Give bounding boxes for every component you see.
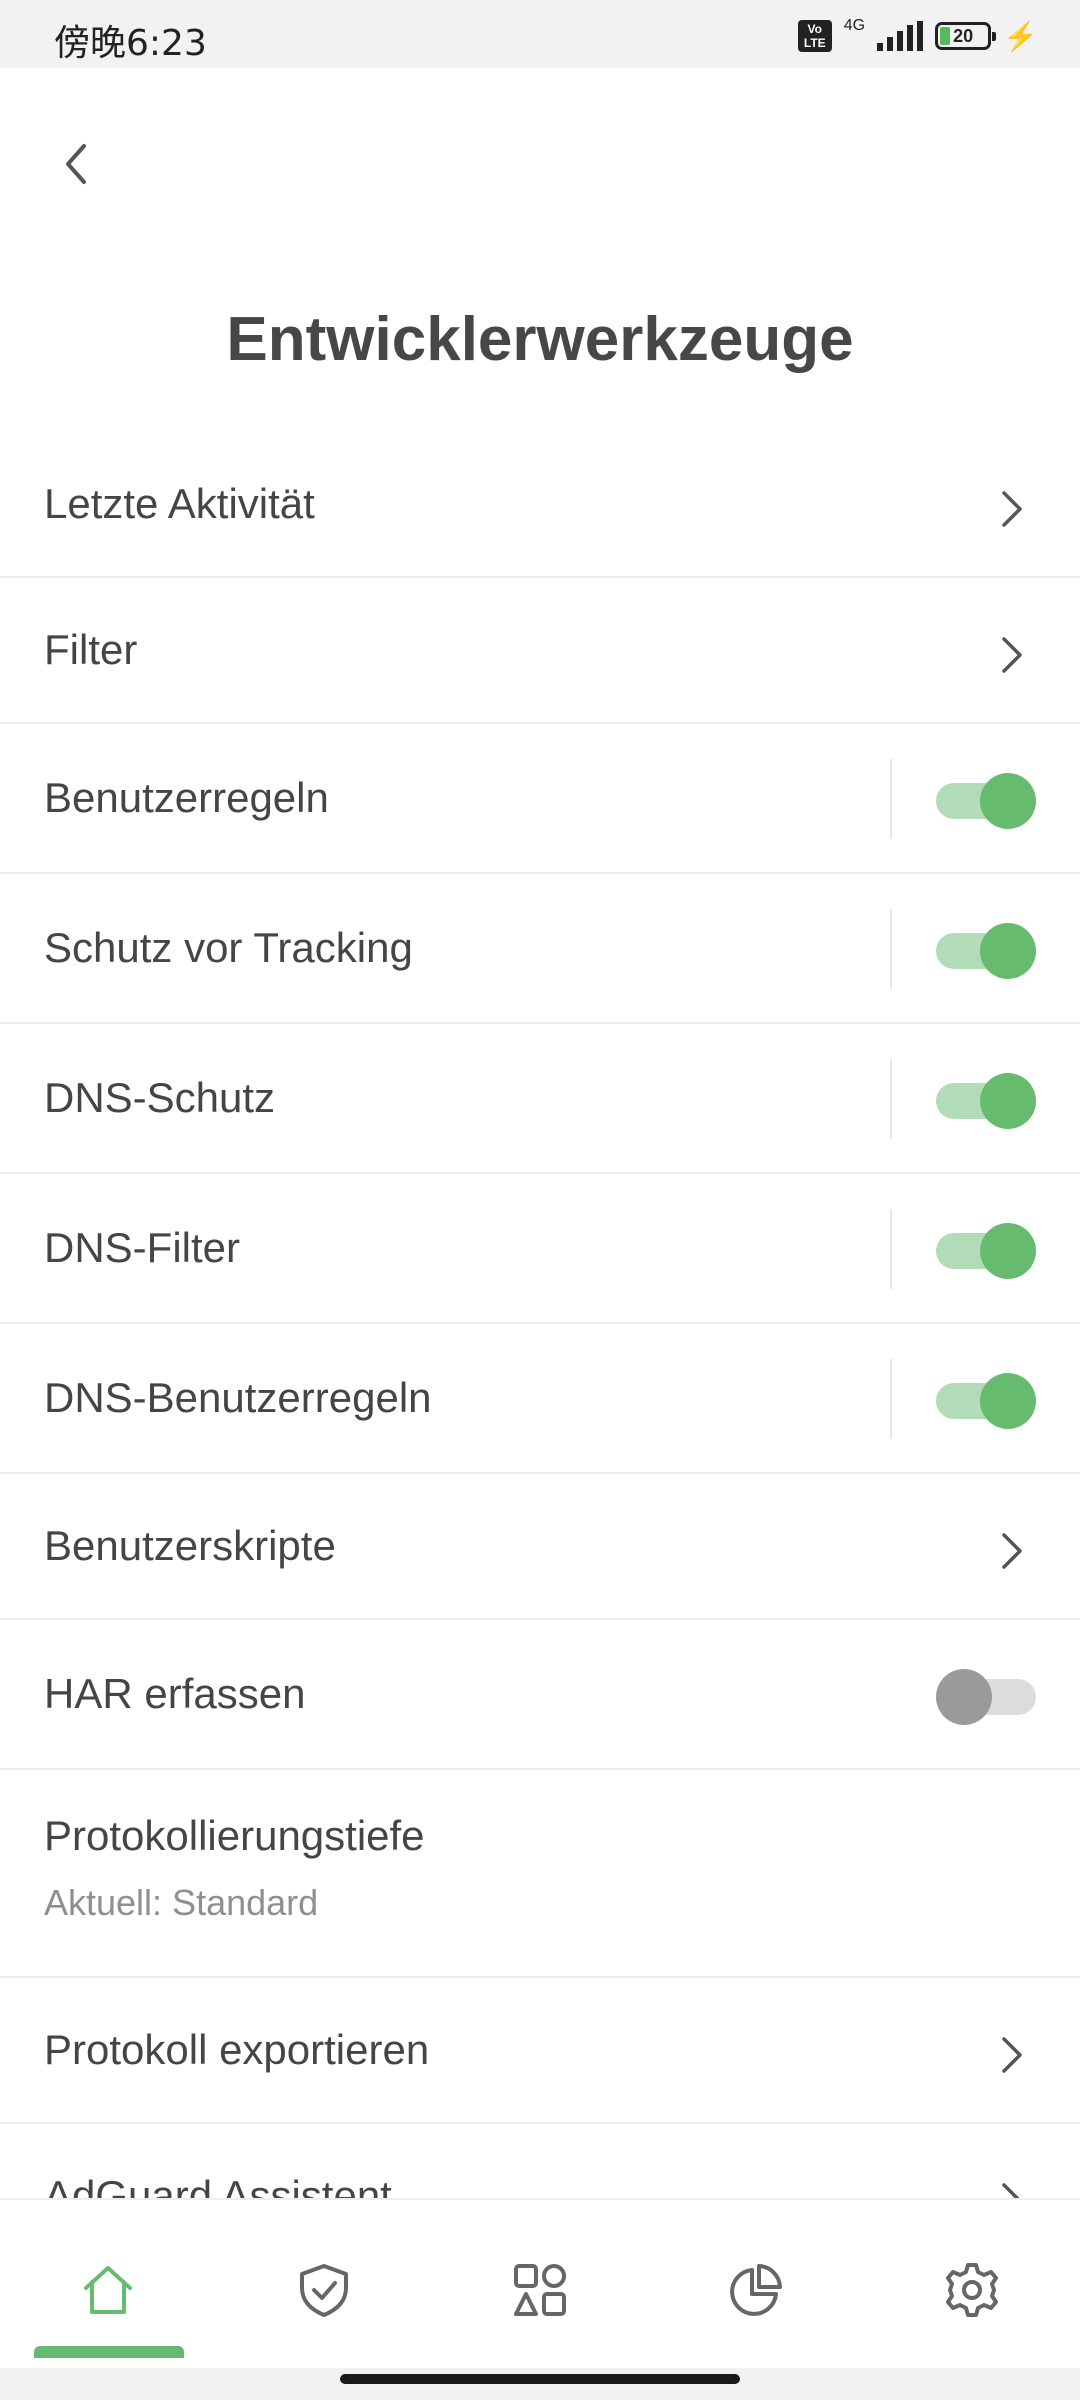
charging-icon: ⚡ [1003, 20, 1038, 52]
chevron-right-icon [1002, 491, 1022, 527]
toggle-knob [980, 1073, 1036, 1129]
back-button[interactable] [48, 136, 104, 192]
statistics-pie-icon [730, 2264, 782, 2316]
signal-icon [877, 21, 924, 51]
nav-protection[interactable] [284, 2250, 364, 2330]
list-item-schutz-vor-tracking[interactable]: Schutz vor Tracking [0, 874, 1080, 1024]
list-item-label: Letzte Aktivität [44, 480, 315, 527]
toggle-knob [980, 1373, 1036, 1429]
list-item-sublabel: Aktuell: Standard [44, 1882, 319, 1923]
list-item-label: HAR erfassen [44, 1670, 306, 1717]
list-item-benutzerregeln[interactable]: Benutzerregeln [0, 724, 1080, 874]
active-tab-indicator [34, 2346, 184, 2358]
list-item-label: Benutzerskripte [44, 1522, 336, 1569]
list-item-label: Schutz vor Tracking [44, 924, 413, 971]
list-item-har-erfassen[interactable]: HAR erfassen [0, 1620, 1080, 1770]
gesture-area [0, 2368, 1080, 2400]
nav-home[interactable] [68, 2250, 148, 2330]
list-item-label: Benutzerregeln [44, 774, 329, 821]
status-bar: 傍晚6:23 Vo LTE 4G 20 ⚡ [0, 0, 1080, 68]
toggle-knob [936, 1669, 992, 1725]
toggle-switch[interactable] [936, 1221, 1036, 1279]
divider [890, 1209, 892, 1289]
chevron-left-icon [66, 144, 86, 184]
toggle-knob [980, 773, 1036, 829]
list-item-label: DNS-Schutz [44, 1074, 276, 1121]
toggle-switch[interactable] [936, 921, 1036, 979]
list-item-label: Protokollierungstiefe [44, 1812, 425, 1859]
list-item-benutzerskripte[interactable]: Benutzerskripte [0, 1474, 1080, 1620]
chevron-right-icon [1002, 2037, 1022, 2073]
divider [890, 1059, 892, 1139]
divider [890, 909, 892, 989]
settings-list: Letzte Aktivität Filter Benutzerregeln Schu… [0, 432, 1080, 2270]
chevron-right-icon [1002, 1533, 1022, 1569]
list-item-dns-benutzerregeln[interactable]: DNS-Benutzerregeln [0, 1324, 1080, 1474]
list-item-label: Filter [44, 626, 138, 673]
nav-apps[interactable] [500, 2250, 580, 2330]
status-icons: Vo LTE 4G 20 ⚡ [797, 17, 1038, 54]
volte-icon: Vo LTE [797, 20, 832, 52]
list-item-label: DNS-Filter [44, 1224, 240, 1271]
list-item-label: Protokoll exportieren [44, 2026, 430, 2073]
toggle-switch[interactable] [936, 1071, 1036, 1129]
network-type: 4G [843, 17, 866, 34]
list-item-dns-filter[interactable]: DNS-Filter [0, 1174, 1080, 1324]
list-item-protokollierungstiefe[interactable]: Protokollierungstiefe Aktuell: Standard [0, 1770, 1080, 1978]
toggle-knob [980, 923, 1036, 979]
list-item-letzte-aktivitaet[interactable]: Letzte Aktivität [0, 432, 1080, 578]
list-item-filter[interactable]: Filter [0, 578, 1080, 724]
nav-statistics[interactable] [716, 2250, 796, 2330]
toggle-knob [980, 1223, 1036, 1279]
toggle-switch[interactable] [936, 1371, 1036, 1429]
divider [890, 1359, 892, 1439]
divider [890, 759, 892, 839]
home-indicator[interactable] [340, 2374, 740, 2384]
battery-level: 20 [953, 25, 974, 46]
battery-icon: 20 [935, 22, 997, 50]
gear-icon [946, 2263, 998, 2317]
page-title: Entwicklerwerkzeuge [226, 305, 854, 374]
apps-icon [514, 2264, 566, 2316]
list-item-dns-schutz[interactable]: DNS-Schutz [0, 1024, 1080, 1174]
shield-check-icon [300, 2264, 348, 2317]
list-item-protokoll-exportieren[interactable]: Protokoll exportieren [0, 1978, 1080, 2124]
bottom-navigation [0, 2198, 1080, 2370]
nav-settings[interactable] [932, 2250, 1012, 2330]
chevron-right-icon [1002, 637, 1022, 673]
list-item-label: DNS-Benutzerregeln [44, 1374, 432, 1421]
status-time: 傍晚6:23 [54, 23, 207, 64]
toggle-switch[interactable] [936, 771, 1036, 829]
toggle-switch[interactable] [936, 1667, 1036, 1725]
home-icon [84, 2266, 132, 2314]
